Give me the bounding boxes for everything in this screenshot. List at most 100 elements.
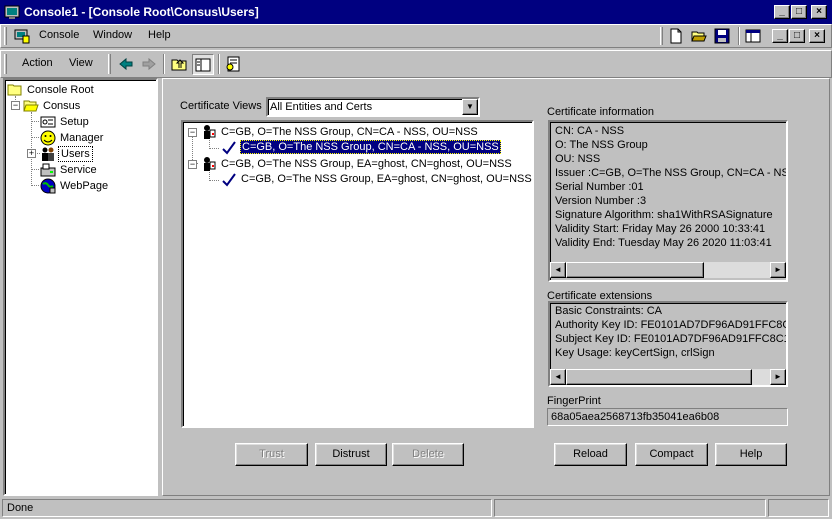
cert-ext-basic-constraints: Basic Constraints: CA <box>555 305 662 317</box>
child-close-button[interactable]: × <box>809 29 825 43</box>
tree-item-webpage[interactable]: WebPage <box>60 180 108 192</box>
scroll-right-icon: ► <box>774 372 782 381</box>
cert-info-signature: Signature Algorithm: sha1WithRSASignatur… <box>555 209 773 221</box>
action-toolbar-grip <box>4 54 7 74</box>
tree-line <box>31 137 39 138</box>
menubar-grip <box>4 27 7 45</box>
title-bar[interactable]: Console1 - [Console Root\Consus\Users] _… <box>0 0 832 24</box>
distrust-button[interactable]: Distrust <box>315 443 387 466</box>
back-arrow-icon[interactable] <box>118 56 134 72</box>
certificate-list[interactable]: − C=GB, O=The NSS Group, CN=CA - NSS, OU… <box>181 120 534 428</box>
cert-ext-subject-key-id: Subject Key ID: FE0101AD7DF96AD91FFC8C1F <box>555 333 788 345</box>
nav-toolbar-grip <box>108 54 111 74</box>
show-hide-tree-icon <box>195 58 211 72</box>
checkmark-icon <box>222 141 236 155</box>
help-button[interactable]: Help <box>715 443 787 466</box>
certificate-item-ghost[interactable]: C=GB, O=The NSS Group, EA=ghost, CN=ghos… <box>241 173 532 185</box>
up-one-level-icon[interactable] <box>171 56 187 72</box>
toolbar-grip-right <box>660 27 663 45</box>
delete-button[interactable]: Delete <box>392 443 464 466</box>
certificate-information-box[interactable]: CN: CA - NSS O: The NSS Group OU: NSS Is… <box>548 120 788 282</box>
child-restore-button[interactable]: □ <box>789 29 805 43</box>
certificate-entity-icon <box>204 157 216 171</box>
certificate-views-label: Certificate Views <box>180 100 262 112</box>
certificate-views-select[interactable]: All Entities and Certs ▼ <box>266 97 480 117</box>
tree-line <box>31 121 39 122</box>
tree-item-console-root[interactable]: Console Root <box>27 84 94 96</box>
maximize-button[interactable]: □ <box>791 5 807 19</box>
tree-line <box>31 185 39 186</box>
open-folder-icon[interactable] <box>691 28 707 44</box>
menu-action[interactable]: Action <box>22 57 53 69</box>
toolbar-separator <box>738 27 740 45</box>
cert-info-hscrollbar[interactable]: ◄ ► <box>550 262 786 278</box>
scroll-left-button[interactable]: ◄ <box>550 262 566 278</box>
collapse-icon[interactable]: − <box>188 128 197 137</box>
tree-item-users[interactable]: Users <box>58 146 93 162</box>
certificate-entity-ghost[interactable]: C=GB, O=The NSS Group, EA=ghost, CN=ghos… <box>221 158 512 170</box>
console-menu-icon <box>14 29 30 44</box>
tree-item-setup[interactable]: Setup <box>60 116 89 128</box>
cert-info-version: Version Number :3 <box>555 195 647 207</box>
forward-arrow-icon[interactable] <box>141 56 157 72</box>
scroll-right-icon: ► <box>774 265 782 274</box>
status-bar: Done <box>0 497 832 519</box>
cert-info-issuer: Issuer :C=GB, O=The NSS Group, CN=CA - N… <box>555 167 788 179</box>
certificate-extensions-box[interactable]: Basic Constraints: CA Authority Key ID: … <box>548 301 788 387</box>
fingerprint-label: FingerPrint <box>547 395 601 407</box>
child-minimize-button[interactable]: _ <box>772 29 788 43</box>
tree-item-service[interactable]: Service <box>60 164 97 176</box>
properties-icon[interactable] <box>225 56 241 72</box>
scroll-left-icon: ◄ <box>554 372 562 381</box>
cert-info-o: O: The NSS Group <box>555 139 648 151</box>
menu-view[interactable]: View <box>69 57 93 69</box>
fingerprint-value: 68a05aea2568713fb35041ea6b08 <box>551 411 720 423</box>
certificate-item-ca-selected[interactable]: C=GB, O=The NSS Group, CN=CA - NSS, OU=N… <box>240 140 501 154</box>
maximize-icon: □ <box>795 6 803 17</box>
reload-button[interactable]: Reload <box>554 443 627 466</box>
collapse-icon[interactable]: − <box>188 160 197 169</box>
show-hide-console-tree-icon[interactable] <box>745 28 761 44</box>
cert-info-cn: CN: CA - NSS <box>555 125 625 137</box>
show-hide-tree-toggle[interactable] <box>192 54 214 75</box>
menu-help[interactable]: Help <box>148 29 171 41</box>
trust-button[interactable]: Trust <box>235 443 308 466</box>
console-app-icon <box>4 5 20 19</box>
cert-info-ou: OU: NSS <box>555 153 601 165</box>
collapse-icon[interactable]: − <box>11 101 20 110</box>
save-icon[interactable] <box>714 28 730 44</box>
cert-info-validity-end: Validity End: Tuesday May 26 2020 11:03:… <box>555 237 772 249</box>
chevron-down-icon: ▼ <box>466 102 474 111</box>
scroll-right-button[interactable]: ► <box>770 369 786 385</box>
dropdown-button[interactable]: ▼ <box>462 99 478 115</box>
minimize-button[interactable]: _ <box>774 5 790 19</box>
tree-line <box>31 169 39 170</box>
cert-ext-hscrollbar[interactable]: ◄ ► <box>550 369 786 385</box>
child-close-icon: × <box>814 30 820 41</box>
scroll-right-button[interactable]: ► <box>770 262 786 278</box>
close-icon: × <box>816 6 822 17</box>
compact-button[interactable]: Compact <box>635 443 708 466</box>
scroll-thumb[interactable] <box>566 369 752 385</box>
fingerprint-field[interactable]: 68a05aea2568713fb35041ea6b08 <box>547 408 788 426</box>
menu-window[interactable]: Window <box>93 29 132 41</box>
smiley-icon <box>40 130 56 146</box>
new-file-icon[interactable] <box>668 28 684 44</box>
globe-icon <box>40 178 56 194</box>
setup-icon <box>40 116 56 128</box>
scroll-left-button[interactable]: ◄ <box>550 369 566 385</box>
cert-ext-authority-key-id: Authority Key ID: FE0101AD7DF96AD91FFC8C… <box>555 319 788 331</box>
expand-icon[interactable]: + <box>27 149 36 158</box>
tree-item-manager[interactable]: Manager <box>60 132 103 144</box>
certificate-entity-icon <box>204 125 216 139</box>
users-icon <box>42 147 54 161</box>
cert-info-serial: Serial Number :01 <box>555 181 644 193</box>
certificate-entity-ca[interactable]: C=GB, O=The NSS Group, CN=CA - NSS, OU=N… <box>221 126 478 138</box>
menu-console[interactable]: Console <box>39 29 79 41</box>
console-tree[interactable]: Console Root − Consus Setup Manager + Us… <box>3 78 158 496</box>
scroll-thumb[interactable] <box>566 262 704 278</box>
close-button[interactable]: × <box>811 5 827 19</box>
tree-item-consus[interactable]: Consus <box>43 100 80 112</box>
folder-icon <box>7 84 22 96</box>
status-panel-main: Done <box>2 499 492 517</box>
